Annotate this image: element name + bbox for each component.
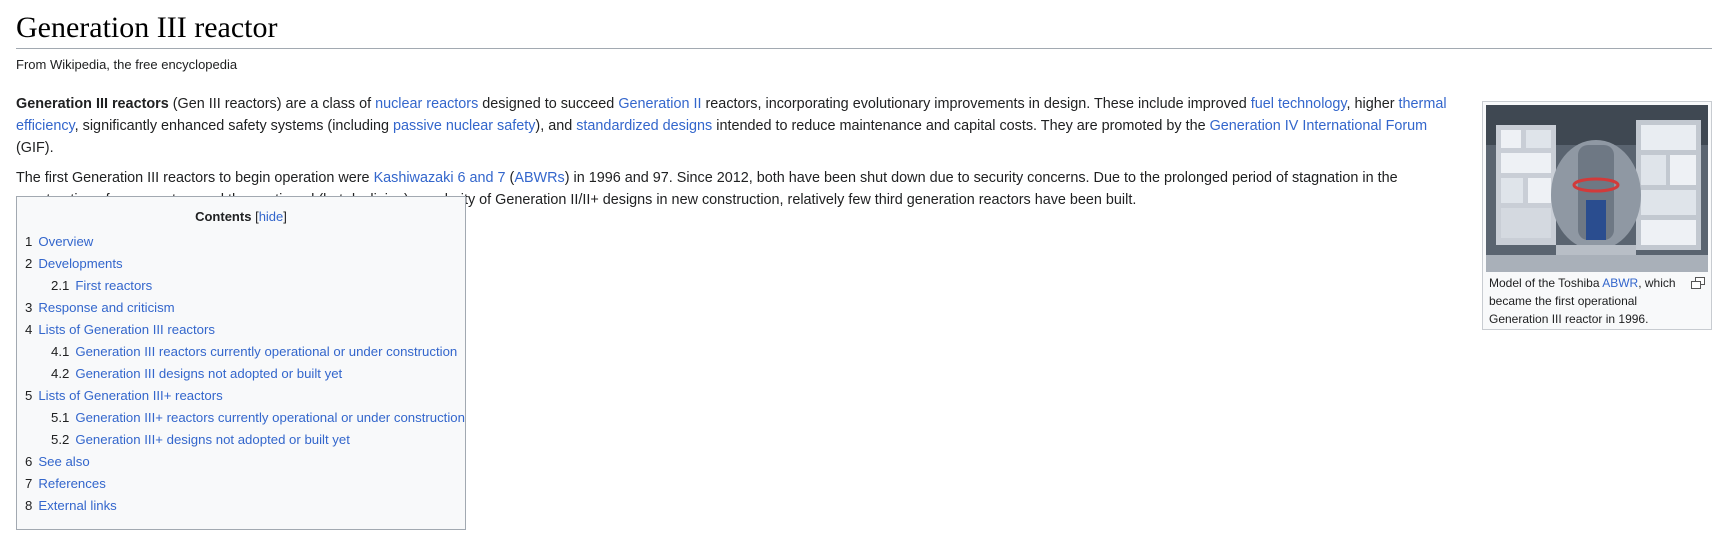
toc-item-number: 5 xyxy=(25,388,33,403)
text: ), and xyxy=(535,118,577,134)
text: The first Generation III reactors to beg… xyxy=(16,170,374,186)
toc-item-link[interactable]: Response and criticism xyxy=(38,300,174,315)
toc-item-link[interactable]: Generation III+ reactors currently opera… xyxy=(75,410,465,425)
toc-item-link[interactable]: External links xyxy=(38,498,116,513)
toc-item-link[interactable]: Generation III+ designs not adopted or b… xyxy=(75,432,350,447)
toc-list: 1 Overview 2 Developments 2.1 First reactors 3… xyxy=(25,231,465,517)
toc-item-number: 8 xyxy=(25,498,33,513)
toc-item-link[interactable]: Overview xyxy=(38,234,93,249)
link-generation-ii[interactable]: Generation II xyxy=(618,96,701,112)
reactor-model-image[interactable] xyxy=(1486,105,1708,272)
toc-item-number: 5.1 xyxy=(51,410,70,425)
figure-thumbnail: Model of the Toshiba ABWR, which became … xyxy=(1482,101,1712,330)
link-abwrs[interactable]: ABWRs xyxy=(514,170,564,186)
enlarge-icon[interactable] xyxy=(1691,276,1705,289)
toc-item-link[interactable]: Generation III reactors currently operat… xyxy=(75,344,457,359)
toc-item-link[interactable]: Generation III designs not adopted or bu… xyxy=(75,366,342,381)
text: , significantly enhanced safety systems … xyxy=(74,118,394,134)
toc-item-link[interactable]: See also xyxy=(38,454,89,469)
table-of-contents: Contents [hide] 1 Overview 2 Developments 2.… xyxy=(16,196,466,530)
toc-item-number: 4.1 xyxy=(51,344,70,359)
toc-item-number: 7 xyxy=(25,476,33,491)
toc-item-link[interactable]: Lists of Generation III+ reactors xyxy=(38,388,222,403)
toc-hide-toggle[interactable]: hide xyxy=(259,209,284,224)
text: , higher xyxy=(1346,96,1399,112)
toc-item-link[interactable]: First reactors xyxy=(75,278,152,293)
site-subtitle: From Wikipedia, the free encyclopedia xyxy=(16,57,238,72)
toc-item-number: 4.2 xyxy=(51,366,70,381)
toc-item-link[interactable]: Lists of Generation III reactors xyxy=(38,322,215,337)
toc-item[interactable]: 5.1 Generation III+ reactors currently op… xyxy=(25,407,465,429)
text: reactors, incorporating evolutionary imp… xyxy=(701,96,1251,112)
page-heading: Generation III reactor xyxy=(16,8,1712,49)
text: Model of the Toshiba xyxy=(1489,276,1603,290)
toc-item[interactable]: 5 Lists of Generation III+ reactors xyxy=(25,385,465,407)
reactor-model-illustration xyxy=(1486,105,1708,272)
link-passive-nuclear-safety[interactable]: passive nuclear safety xyxy=(393,118,535,134)
toc-item[interactable]: 5.2 Generation III+ designs not adopted o… xyxy=(25,429,465,451)
toc-header: Contents [hide] xyxy=(17,207,465,227)
link-nuclear-reactors[interactable]: nuclear reactors xyxy=(375,96,478,112)
toc-item-number: 5.2 xyxy=(51,432,70,447)
toc-item[interactable]: 7 References xyxy=(25,473,465,495)
toc-item[interactable]: 2 Developments xyxy=(25,253,465,275)
toc-title: Contents xyxy=(195,209,252,224)
toc-item-number: 2.1 xyxy=(51,278,70,293)
toc-item-number: 4 xyxy=(25,322,33,337)
toc-item[interactable]: 2.1 First reactors xyxy=(25,275,465,297)
toc-item-link[interactable]: References xyxy=(38,476,105,491)
toc-item-number: 2 xyxy=(25,256,33,271)
figure-caption: Model of the Toshiba ABWR, which became … xyxy=(1489,274,1679,328)
toc-item-number: 6 xyxy=(25,454,33,469)
toggle-bracket: ] xyxy=(283,209,287,224)
link-abwr[interactable]: ABWR xyxy=(1602,276,1638,290)
link-standardized-designs[interactable]: standardized designs xyxy=(576,118,712,134)
toc-item-number: 1 xyxy=(25,234,33,249)
intro-paragraph-1: Generation III reactors (Gen III reactor… xyxy=(16,93,1466,159)
toc-item[interactable]: 4 Lists of Generation III reactors xyxy=(25,319,465,341)
link-fuel-technology[interactable]: fuel technology xyxy=(1251,96,1347,112)
text: designed to succeed xyxy=(478,96,619,112)
page-title: Generation III reactor xyxy=(16,11,278,44)
toc-item[interactable]: 4.1 Generation III reactors currently ope… xyxy=(25,341,465,363)
toc-item[interactable]: 6 See also xyxy=(25,451,465,473)
toc-item-link[interactable]: Developments xyxy=(38,256,122,271)
text: (GIF). xyxy=(16,140,54,156)
article-subject: Generation III reactors xyxy=(16,96,169,112)
toc-item[interactable]: 3 Response and criticism xyxy=(25,297,465,319)
link-gen-iv-forum[interactable]: Generation IV International Forum xyxy=(1210,118,1428,134)
toc-item[interactable]: 8 External links xyxy=(25,495,465,517)
toc-item[interactable]: 1 Overview xyxy=(25,231,465,253)
text: (Gen III reactors) are a class of xyxy=(168,96,376,112)
toc-item-number: 3 xyxy=(25,300,33,315)
link-kashiwazaki[interactable]: Kashiwazaki 6 and 7 xyxy=(374,170,506,186)
toc-item[interactable]: 4.2 Generation III designs not adopted or… xyxy=(25,363,465,385)
text: intended to reduce maintenance and capit… xyxy=(712,118,1210,134)
